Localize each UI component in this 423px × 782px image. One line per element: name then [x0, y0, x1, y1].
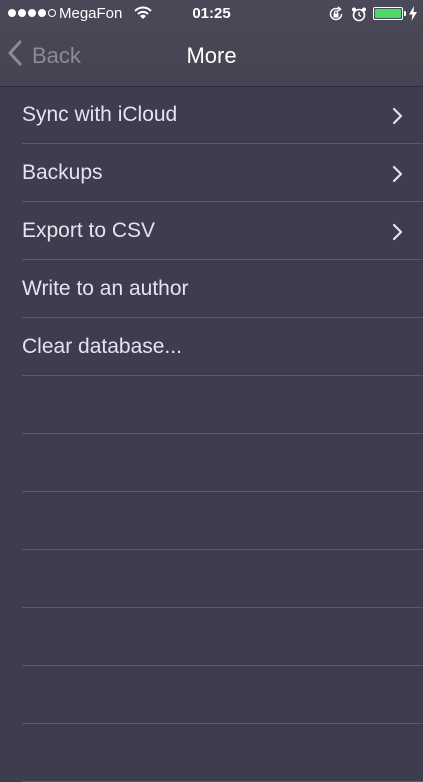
menu-item-write-author[interactable]: Write to an author: [0, 260, 423, 318]
page-title: More: [186, 43, 237, 68]
navigation-bar: Back More: [0, 28, 423, 86]
menu-item-label: Export to CSV: [22, 219, 156, 242]
empty-row: [0, 434, 423, 492]
empty-row: [0, 724, 423, 782]
empty-row: [0, 376, 423, 434]
menu-item-sync-icloud[interactable]: Sync with iCloud: [0, 86, 423, 144]
settings-list: Sync with iCloud Backups Export to CSV W…: [0, 86, 423, 782]
chevron-right-icon: [392, 165, 403, 188]
menu-item-export-csv[interactable]: Export to CSV: [0, 202, 423, 260]
chevron-right-icon: [392, 107, 403, 130]
menu-item-label: Write to an author: [22, 277, 189, 300]
menu-item-label: Clear database...: [22, 335, 182, 358]
alarm-icon: [351, 6, 367, 26]
empty-row: [0, 492, 423, 550]
battery-cap: [404, 11, 406, 16]
battery-icon: [373, 7, 403, 20]
status-bar: MegaFon 01:25: [0, 0, 423, 28]
menu-item-label: Backups: [22, 161, 103, 184]
battery-level: [375, 9, 401, 18]
chevron-right-icon: [392, 223, 403, 246]
menu-item-label: Sync with iCloud: [22, 103, 178, 126]
empty-row: [0, 666, 423, 724]
empty-row: [0, 608, 423, 666]
empty-row: [0, 550, 423, 608]
top-bar: MegaFon 01:25 Back More: [0, 0, 423, 87]
orientation-lock-icon: [328, 6, 344, 26]
menu-item-clear-database[interactable]: Clear database...: [0, 318, 423, 376]
charging-icon: [408, 6, 418, 25]
menu-item-backups[interactable]: Backups: [0, 144, 423, 202]
